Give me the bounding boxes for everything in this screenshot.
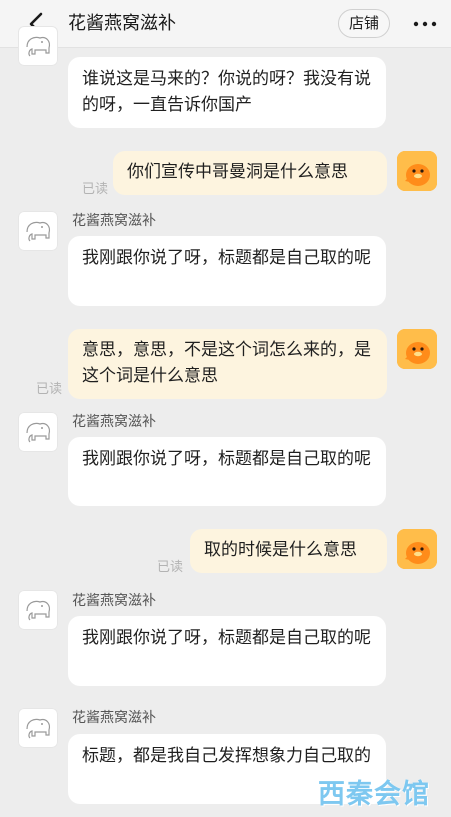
shop-avatar[interactable]: [18, 412, 58, 452]
message-text: 标题，都是我自己发挥想象力自己取的: [82, 746, 371, 766]
shop-avatar[interactable]: [18, 708, 58, 748]
user-avatar[interactable]: [397, 529, 437, 569]
user-avatar[interactable]: [397, 151, 437, 191]
message-bubble-incoming[interactable]: 我刚跟你说了呀，标题都是自己取的呢: [68, 616, 386, 686]
message-text: 取的时候是什么意思: [204, 540, 357, 560]
sender-name: 花酱燕窝滋补: [72, 710, 156, 726]
read-receipt: 已读: [82, 182, 109, 197]
elephant-logo-icon: [26, 36, 51, 57]
message-text: 我刚跟你说了呀，标题都是自己取的呢: [82, 628, 371, 648]
message-text: 谁说这是马来的？你说的呀？我没有说的呀，一直告诉你国产: [82, 69, 371, 115]
elephant-logo-icon: [26, 221, 51, 242]
elephant-logo-icon: [26, 718, 51, 739]
sender-name: 花酱燕窝滋补: [72, 414, 156, 430]
shop-avatar[interactable]: [18, 26, 58, 66]
message-bubble-incoming[interactable]: 我刚跟你说了呀，标题都是自己取的呢: [68, 437, 386, 506]
shop-avatar[interactable]: [18, 211, 58, 251]
elephant-logo-icon: [26, 600, 51, 621]
watermark: 西秦会馆: [318, 779, 430, 810]
more-button[interactable]: [410, 10, 440, 38]
message-text: 我刚跟你说了呀，标题都是自己取的呢: [82, 248, 371, 268]
orange-duck-avatar-icon: [397, 329, 437, 369]
read-receipt: 已读: [36, 382, 63, 397]
message-bubble-outgoing[interactable]: 意思，意思，不是这个词怎么来的，是这个词是什么意思: [68, 329, 387, 399]
orange-duck-avatar-icon: [397, 529, 437, 569]
shop-avatar[interactable]: [18, 590, 58, 630]
message-text: 意思，意思，不是这个词怎么来的，是这个词是什么意思: [82, 340, 371, 386]
message-bubble-incoming[interactable]: 谁说这是马来的？你说的呀？我没有说的呀，一直告诉你国产: [68, 57, 386, 128]
orange-duck-avatar-icon: [397, 151, 437, 191]
chat-list[interactable]: 谁说这是马来的？你说的呀？我没有说的呀，一直告诉你国产 你们宣传中哥曼洞是什么意…: [0, 26, 451, 817]
read-receipt: 已读: [157, 560, 184, 575]
more-dots-icon: [413, 21, 437, 27]
chat-header: 花酱燕窝滋补 店铺: [0, 0, 451, 48]
shop-button[interactable]: 店铺: [338, 9, 390, 38]
sender-name: 花酱燕窝滋补: [72, 593, 156, 609]
user-avatar[interactable]: [397, 329, 437, 369]
sender-name: 花酱燕窝滋补: [72, 213, 156, 229]
message-text: 我刚跟你说了呀，标题都是自己取的呢: [82, 449, 371, 469]
page-title: 花酱燕窝滋补: [68, 13, 176, 34]
message-bubble-incoming[interactable]: 我刚跟你说了呀，标题都是自己取的呢: [68, 236, 386, 306]
message-bubble-outgoing[interactable]: 你们宣传中哥曼洞是什么意思: [113, 151, 387, 195]
message-bubble-outgoing[interactable]: 取的时候是什么意思: [190, 529, 387, 573]
message-text: 你们宣传中哥曼洞是什么意思: [127, 162, 348, 182]
elephant-logo-icon: [26, 422, 51, 443]
